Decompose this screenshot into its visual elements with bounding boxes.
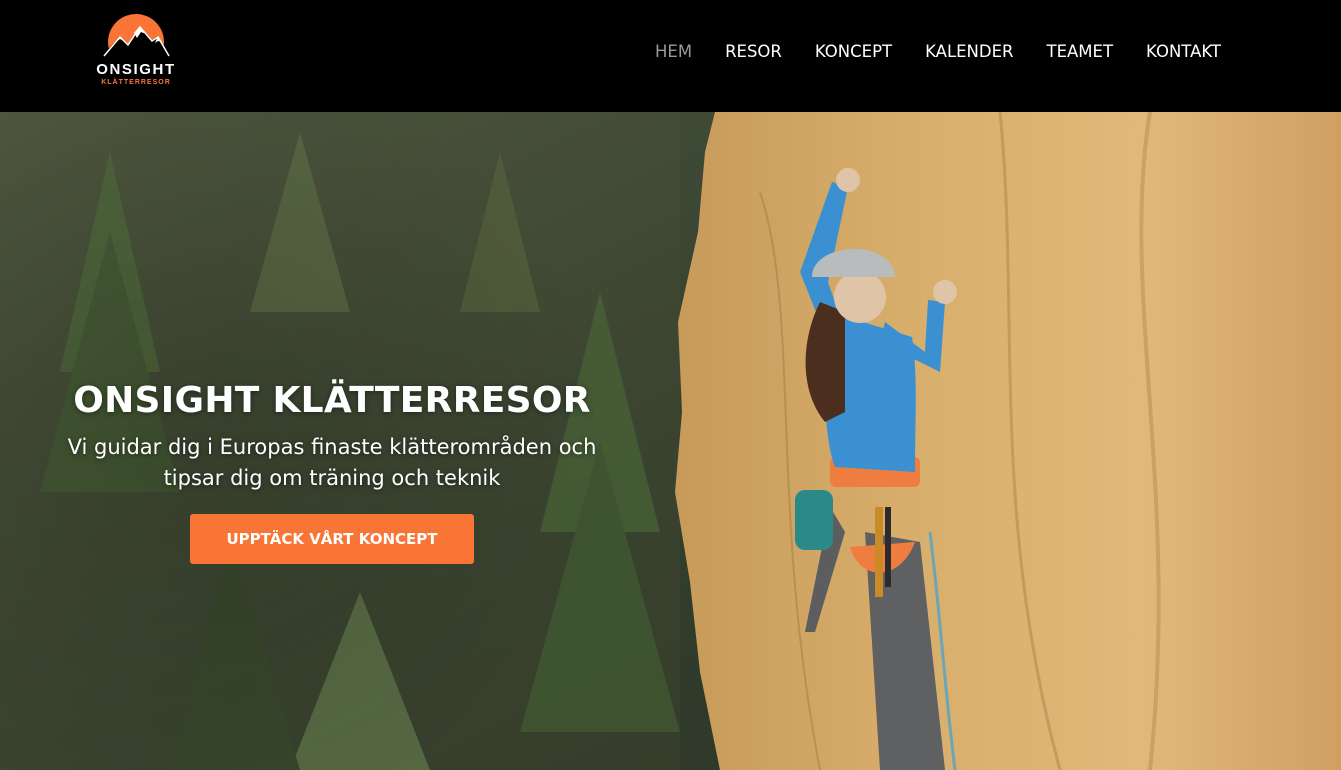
brand-name: ONSIGHT bbox=[96, 61, 176, 78]
sun-mountain-logo-icon bbox=[100, 14, 172, 60]
nav-item-teamet[interactable]: TEAMET bbox=[1047, 40, 1114, 64]
brand-tagline: KLÄTTERRESOR bbox=[101, 79, 171, 86]
nav-item-kontakt[interactable]: KONTAKT bbox=[1146, 40, 1221, 64]
hero-subtitle: Vi guidar dig i Europas finaste klättero… bbox=[32, 432, 632, 494]
nav-item-kalender[interactable]: KALENDER bbox=[925, 40, 1013, 64]
hero-section: ONSIGHT KLÄTTERRESOR Vi guidar dig i Eur… bbox=[0, 112, 1341, 770]
hero-subtitle-line1: Vi guidar dig i Europas finaste klättero… bbox=[67, 435, 597, 459]
site-header: ONSIGHT KLÄTTERRESOR HEM RESOR KONCEPT K… bbox=[0, 0, 1341, 112]
discover-concept-button[interactable]: UPPTÄCK VÅRT KONCEPT bbox=[190, 514, 474, 564]
nav-item-koncept[interactable]: KONCEPT bbox=[815, 40, 892, 64]
hero-subtitle-line2: tipsar dig om träning och teknik bbox=[163, 466, 501, 490]
brand-logo[interactable]: ONSIGHT KLÄTTERRESOR bbox=[88, 12, 184, 98]
main-nav: HEM RESOR KONCEPT KALENDER TEAMET KONTAK… bbox=[622, 40, 1221, 64]
nav-item-hem[interactable]: HEM bbox=[655, 40, 692, 64]
hero-title: ONSIGHT KLÄTTERRESOR bbox=[73, 380, 591, 421]
nav-item-resor[interactable]: RESOR bbox=[725, 40, 782, 64]
